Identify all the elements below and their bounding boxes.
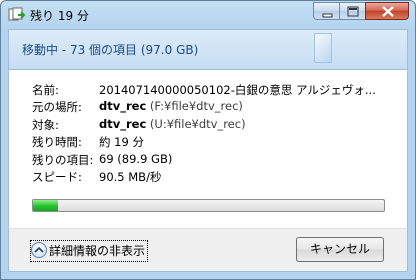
- close-button[interactable]: [365, 2, 409, 20]
- to-label: 対象:: [32, 118, 59, 132]
- name-value: 201407140000050102-白銀の意思 アルジェヴォ...: [99, 83, 376, 97]
- dialog-footer: 詳細情報の非表示 キャンセル: [8, 228, 408, 272]
- operation-summary: 移動中 - 73 個の項目 (97.0 GB): [22, 43, 199, 57]
- detail-row-speed: スピード: 90.5 MB/秒: [32, 169, 161, 185]
- title-bar[interactable]: 残り 19 分: [1, 1, 415, 28]
- progress-bar: [32, 199, 385, 212]
- to-value[interactable]: dtv_rec (U:¥file¥dtv_rec): [99, 117, 246, 131]
- items-label: 残りの項目:: [32, 153, 94, 167]
- maximize-button[interactable]: [339, 2, 365, 20]
- progress-fill: [33, 200, 58, 211]
- cancel-button[interactable]: キャンセル: [296, 237, 384, 262]
- detail-row-name: 名前: 201407140000050102-白銀の意思 アルジェヴォ...: [32, 82, 376, 98]
- toggle-details-button[interactable]: 詳細情報の非表示: [29, 240, 149, 262]
- from-value[interactable]: dtv_rec (F:¥file¥dtv_rec): [99, 99, 243, 113]
- chevron-up-icon: [31, 242, 47, 258]
- items-value: 69 (89.9 GB): [99, 152, 173, 166]
- from-path: (F:¥file¥dtv_rec): [146, 99, 243, 113]
- file-page-icon: [314, 33, 332, 63]
- file-move-icon: [8, 7, 26, 22]
- close-icon: [382, 6, 394, 17]
- detail-row-to: 対象: dtv_rec (U:¥file¥dtv_rec): [32, 117, 246, 133]
- to-folder[interactable]: dtv_rec: [99, 117, 146, 131]
- time-value: 約 19 分: [99, 135, 144, 149]
- minimize-icon: [322, 13, 333, 18]
- to-path: (U:¥file¥dtv_rec): [146, 117, 246, 131]
- from-folder[interactable]: dtv_rec: [99, 99, 146, 113]
- speed-label: スピード:: [32, 170, 82, 184]
- window-title: 残り 19 分: [30, 9, 89, 23]
- minimize-button[interactable]: [313, 2, 339, 20]
- details-panel: 名前: 201407140000050102-白銀の意思 アルジェヴォ... 元…: [8, 70, 408, 228]
- detail-row-time: 残り時間: 約 19 分: [32, 134, 144, 150]
- operation-header: 移動中 - 73 個の項目 (97.0 GB): [8, 29, 408, 70]
- copy-progress-dialog: 残り 19 分 移動中 - 73 個の項目 (97.0 GB) 名前: 2014…: [0, 0, 416, 280]
- time-label: 残り時間:: [32, 135, 82, 149]
- maximize-icon: [347, 6, 359, 17]
- name-label: 名前:: [32, 83, 59, 97]
- from-label: 元の場所:: [32, 100, 82, 114]
- detail-row-items: 残りの項目: 69 (89.9 GB): [32, 152, 172, 168]
- toggle-details-label: 詳細情報の非表示: [49, 244, 146, 258]
- speed-value: 90.5 MB/秒: [99, 170, 162, 184]
- detail-row-from: 元の場所: dtv_rec (F:¥file¥dtv_rec): [32, 99, 243, 115]
